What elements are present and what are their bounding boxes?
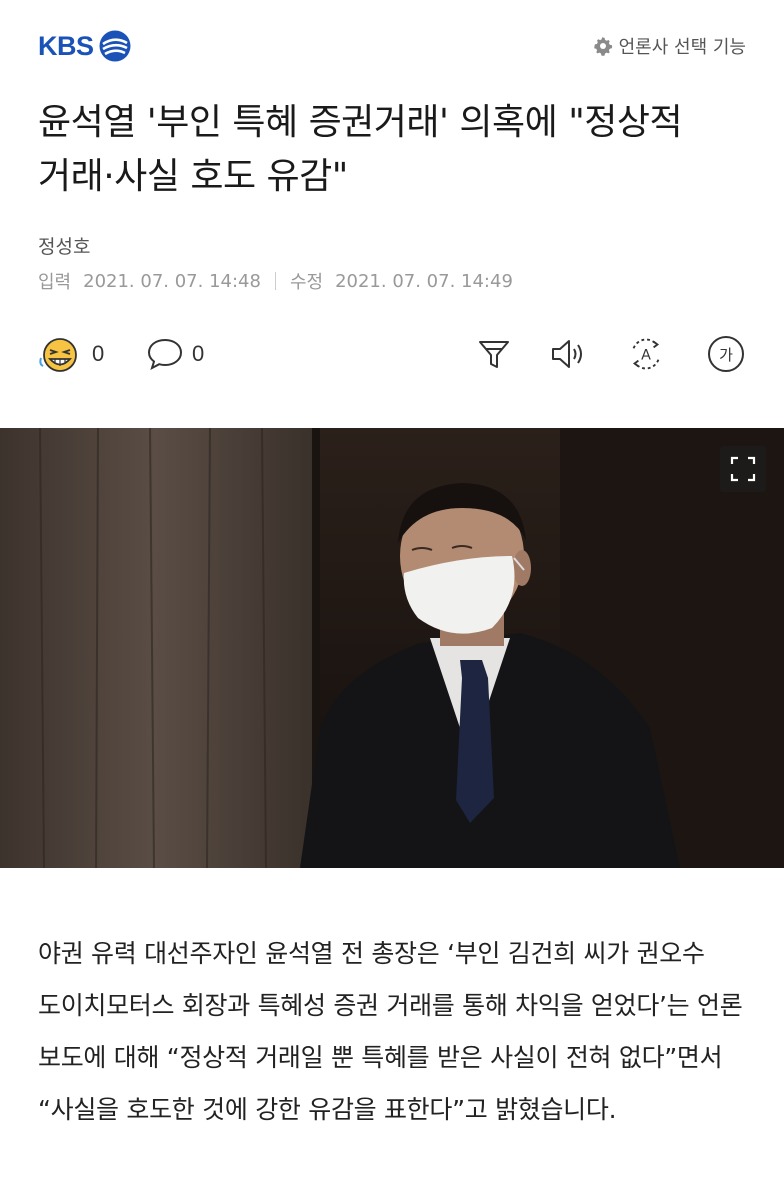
comment-count: 0	[192, 341, 205, 366]
listen-button[interactable]	[548, 334, 588, 374]
logo-text: KBS	[38, 30, 94, 61]
article-photo	[0, 428, 784, 868]
filter-icon	[479, 341, 509, 368]
reaction-button[interactable]: 0	[38, 332, 104, 376]
font-size-glyph: 가	[719, 346, 733, 364]
expand-icon	[730, 456, 756, 482]
photo-illustration	[0, 428, 784, 868]
action-row: 0 0 A 가	[38, 332, 746, 376]
date-divider	[274, 272, 276, 290]
translate-icon: A	[632, 338, 660, 370]
author-name[interactable]: 정성호	[38, 232, 90, 259]
article-body: 야권 유력 대선주자인 윤석열 전 총장은 ‘부인 김건희 씨가 권오수 도이치…	[38, 939, 743, 1124]
kbs-logo-mark-icon	[99, 30, 131, 62]
reaction-count: 0	[92, 341, 105, 366]
kbs-logo[interactable]: KBS	[38, 28, 132, 64]
expand-photo-button[interactable]	[720, 446, 766, 492]
font-size-icon: 가	[708, 336, 744, 372]
press-select-button[interactable]: 언론사 선택 기능	[593, 33, 746, 59]
translate-glyph: A	[641, 348, 651, 364]
font-size-button[interactable]: 가	[706, 334, 746, 374]
speaker-icon	[552, 340, 582, 368]
article-title: 윤석열 '부인 특혜 증권거래' 의혹에 "정상적 거래·사실 호도 유감"	[38, 102, 683, 197]
comment-button[interactable]: 0	[146, 332, 204, 376]
modified-label: 수정	[289, 272, 324, 293]
modified-date: 2021. 07. 07. 14:49	[335, 270, 513, 292]
top-bar: KBS 언론사 선택 기능	[0, 0, 784, 92]
speech-bubble-icon	[147, 338, 183, 371]
filter-button[interactable]	[474, 334, 514, 374]
press-select-label: 언론사 선택 기능	[618, 37, 746, 58]
translate-button[interactable]: A	[626, 334, 666, 374]
input-label: 입력	[38, 272, 72, 293]
gear-icon	[593, 37, 612, 56]
article-dates: 입력 2021. 07. 07. 14:48 수정 2021. 07. 07. …	[38, 268, 513, 294]
input-date: 2021. 07. 07. 14:48	[83, 270, 261, 292]
laughing-face-icon	[39, 338, 77, 372]
